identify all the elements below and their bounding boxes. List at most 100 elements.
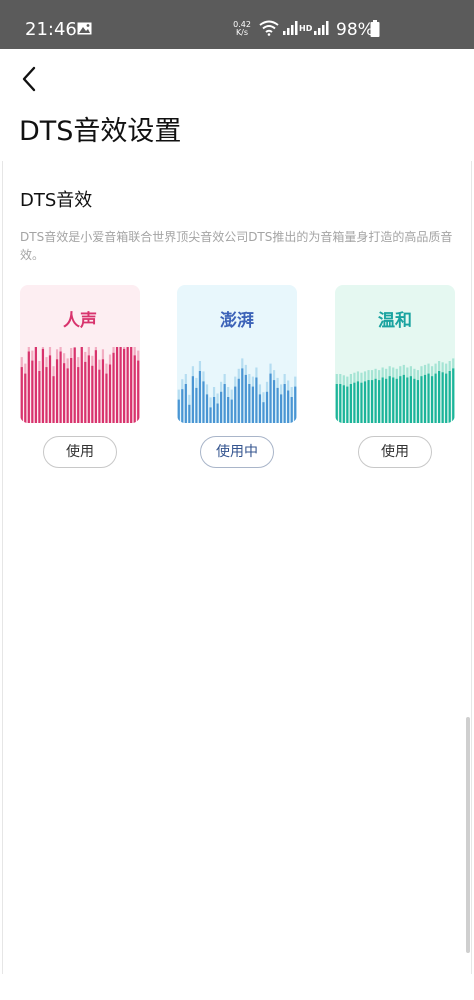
waveform-bar: [223, 384, 226, 423]
waveform-bar: [137, 360, 140, 423]
waveform-bar: [101, 359, 105, 423]
waveform-bar: [73, 347, 76, 423]
waveform-bar: [230, 399, 233, 423]
waveform-bar: [452, 368, 455, 423]
waveform-bar: [123, 348, 126, 423]
waveform-bar: [27, 351, 30, 423]
mild-waveform-icon: [335, 358, 455, 423]
waveform-bar: [430, 376, 434, 423]
waveform-bar: [283, 384, 286, 423]
waveform-bar: [356, 381, 360, 423]
waveform-bar: [119, 347, 122, 423]
waveform-bar: [66, 368, 69, 423]
vocal-waveform-icon: [20, 347, 140, 423]
waveform-bar: [212, 397, 216, 423]
waveform-bar: [406, 377, 409, 423]
waveform-bar: [126, 347, 129, 423]
network-speed: 0.42 K/s: [230, 21, 254, 37]
waveform-bar: [41, 348, 45, 423]
hd-badge: HD: [299, 24, 313, 33]
back-button[interactable]: [12, 62, 46, 96]
waveform-bar: [94, 350, 97, 423]
waveform-bar: [349, 384, 352, 423]
effect-card-vocal[interactable]: 人声: [20, 285, 140, 423]
waveform-bar: [388, 376, 391, 423]
waveform-bar: [84, 361, 87, 423]
waveform-bar: [399, 376, 402, 423]
waveform-bar: [133, 355, 136, 423]
waveform-bar: [216, 403, 219, 423]
effect-card-title: 温和: [378, 311, 412, 331]
waveform-bar: [423, 374, 427, 423]
section-title: DTS音效: [20, 190, 93, 211]
waveform-bar: [255, 377, 258, 423]
battery-percent: 98%: [336, 20, 374, 40]
waveform-bar: [70, 358, 73, 423]
waveform-bar: [402, 374, 405, 423]
waveform-bar: [241, 368, 244, 423]
waveform-bar: [105, 373, 108, 423]
network-speed-unit: K/s: [235, 28, 249, 37]
section-description: DTS音效是小爱音箱联合世界顶尖音效公司DTS推出的为音箱量身打造的高品质音效。: [20, 230, 453, 262]
use-surge-button[interactable]: 使用中: [200, 436, 274, 468]
waveform-bar: [198, 371, 202, 423]
waveform-bar: [177, 399, 180, 423]
use-vocal-button[interactable]: 使用: [43, 436, 117, 468]
waveform-bar: [209, 407, 212, 423]
waveform-bar: [59, 351, 62, 423]
waveform-bar: [184, 384, 187, 423]
waveform-bar: [353, 382, 356, 423]
waveform-bar: [294, 386, 297, 423]
waveform-bar: [280, 394, 283, 423]
effect-card-surge[interactable]: 澎湃: [177, 285, 297, 423]
waveform-bar: [409, 376, 412, 423]
status-time: 21:46: [25, 19, 77, 40]
waveform-bar: [272, 380, 276, 423]
scrollbar-thumb[interactable]: [466, 717, 470, 953]
waveform-bar: [363, 381, 367, 423]
waveform-bar: [258, 394, 262, 423]
waveform-bar: [276, 387, 279, 423]
waveform-bar: [445, 373, 448, 423]
waveform-bar: [98, 369, 101, 423]
effect-card-mild[interactable]: 温和: [335, 285, 455, 423]
waveform-bar: [392, 377, 395, 423]
waveform-bar: [45, 367, 48, 423]
waveform-bar: [188, 404, 191, 423]
waveform-bar: [237, 378, 240, 423]
waveform-bar: [227, 397, 230, 423]
waveform-bar: [91, 365, 94, 423]
use-mild-button[interactable]: 使用: [358, 436, 432, 468]
waveform-bar: [420, 376, 423, 423]
waveform-bar: [374, 378, 377, 423]
waveform-bar: [112, 352, 115, 423]
waveform-bar: [191, 376, 194, 423]
waveform-bar: [48, 355, 52, 423]
waveform-bar: [80, 347, 83, 423]
waveform-bar: [130, 347, 133, 423]
waveform-bar: [34, 347, 37, 423]
waveform-bar: [381, 377, 384, 423]
waveform-bar: [181, 389, 184, 423]
waveform-bar: [244, 374, 247, 423]
waveform-bar: [290, 397, 293, 423]
status-bar: 21:46 0.42 K/s HD 98%: [0, 0, 474, 49]
waveform-bar: [38, 371, 41, 423]
waveform-bar: [63, 363, 66, 423]
waveform-bar: [370, 380, 374, 423]
image-notification-icon: [77, 22, 92, 35]
waveform-bar: [441, 372, 444, 423]
waveform-bar: [77, 367, 80, 423]
waveform-bar: [251, 386, 254, 423]
waveform-bar: [448, 371, 451, 423]
waveform-bar: [115, 347, 119, 423]
waveform-bar: [205, 394, 209, 423]
signal-4g-icon-2: [314, 21, 329, 35]
waveform-bar: [360, 382, 363, 423]
waveform-bar: [265, 391, 269, 423]
waveform-bar: [24, 373, 27, 423]
waveform-bar: [55, 359, 59, 423]
waveform-bar: [87, 355, 90, 423]
waveform-bar: [395, 378, 398, 423]
waveform-bar: [52, 376, 55, 423]
